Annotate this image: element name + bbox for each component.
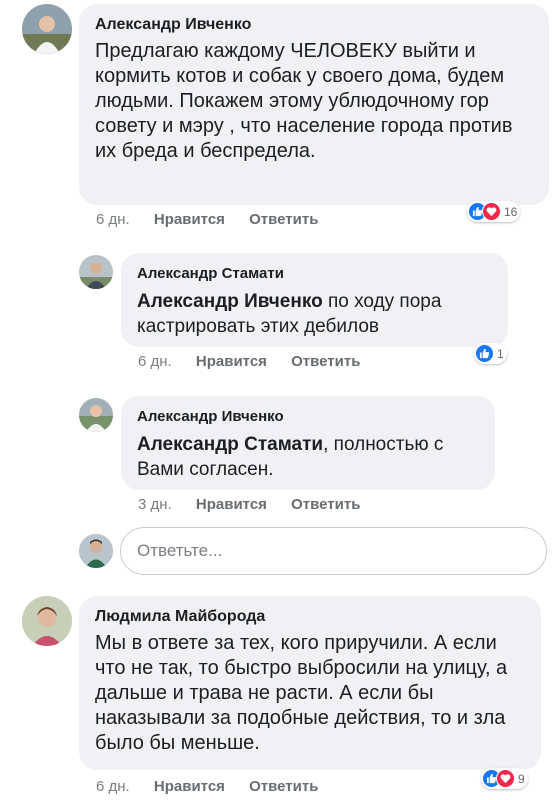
- comment-text: Александр Ивченко по ходу пора кастриров…: [137, 289, 494, 339]
- reaction-count: 16: [504, 204, 518, 219]
- avatar[interactable]: [22, 4, 72, 54]
- like-reaction-icon: [475, 344, 494, 363]
- reactions-summary[interactable]: 16: [467, 201, 521, 222]
- avatar[interactable]: [22, 596, 72, 646]
- reply-input[interactable]: [121, 528, 517, 574]
- reply-button[interactable]: Ответить: [249, 211, 318, 228]
- user-avatar[interactable]: [79, 534, 113, 568]
- comment-timestamp[interactable]: 3 дн.: [138, 496, 172, 513]
- love-reaction-icon: [496, 769, 515, 788]
- comment-actions: 6 дн. Нравится Ответить: [96, 211, 318, 228]
- like-button[interactable]: Нравится: [154, 211, 225, 228]
- reply-button[interactable]: Ответить: [249, 778, 318, 795]
- comment-timestamp[interactable]: 6 дн.: [96, 211, 130, 228]
- comment-author[interactable]: Александр Ивченко: [137, 407, 481, 426]
- comment-text: Предлагаю каждому ЧЕЛОВЕКУ выйти и корми…: [95, 40, 513, 162]
- like-button[interactable]: Нравится: [196, 496, 267, 513]
- comment-timestamp[interactable]: 6 дн.: [96, 778, 130, 795]
- mention-link[interactable]: Александр Ивченко: [137, 291, 323, 312]
- comment-text: Мы в ответе за тех, кого приручили. А ес…: [95, 632, 508, 754]
- like-button[interactable]: Нравится: [154, 778, 225, 795]
- comment-author[interactable]: Александр Ивченко: [95, 15, 535, 35]
- reply-input-box: [120, 527, 547, 575]
- comment-bubble: Людмила Майборода Мы в ответе за тех, ко…: [79, 596, 541, 770]
- comment-text: Александр Стамати, полностью с Вами согл…: [137, 432, 481, 482]
- comment-bubble: Александр Ивченко Александр Стамати, пол…: [121, 396, 495, 490]
- like-button[interactable]: Нравится: [196, 353, 267, 370]
- avatar[interactable]: [79, 255, 113, 289]
- reaction-count: 1: [497, 346, 504, 361]
- comment-actions: 6 дн. Нравится Ответить: [138, 353, 360, 370]
- reactions-summary[interactable]: 1: [474, 343, 507, 364]
- reaction-count: 9: [518, 771, 525, 786]
- avatar[interactable]: [79, 398, 113, 432]
- reply-button[interactable]: Ответить: [291, 496, 360, 513]
- comment-actions: 6 дн. Нравится Ответить: [96, 778, 318, 795]
- love-reaction-icon: [482, 202, 501, 221]
- comment-bubble: Александр Стамати Александр Ивченко по х…: [121, 253, 508, 347]
- mention-link[interactable]: Александр Стамати: [137, 434, 323, 455]
- comment-author[interactable]: Людмила Майборода: [95, 607, 527, 627]
- reply-button[interactable]: Ответить: [291, 353, 360, 370]
- reactions-summary[interactable]: 9: [481, 768, 528, 789]
- comment-bubble: Александр Ивченко Предлагаю каждому ЧЕЛО…: [79, 4, 549, 205]
- comment-timestamp[interactable]: 6 дн.: [138, 353, 172, 370]
- comment-author[interactable]: Александр Стамати: [137, 264, 494, 283]
- comment-actions: 3 дн. Нравится Ответить: [138, 496, 360, 513]
